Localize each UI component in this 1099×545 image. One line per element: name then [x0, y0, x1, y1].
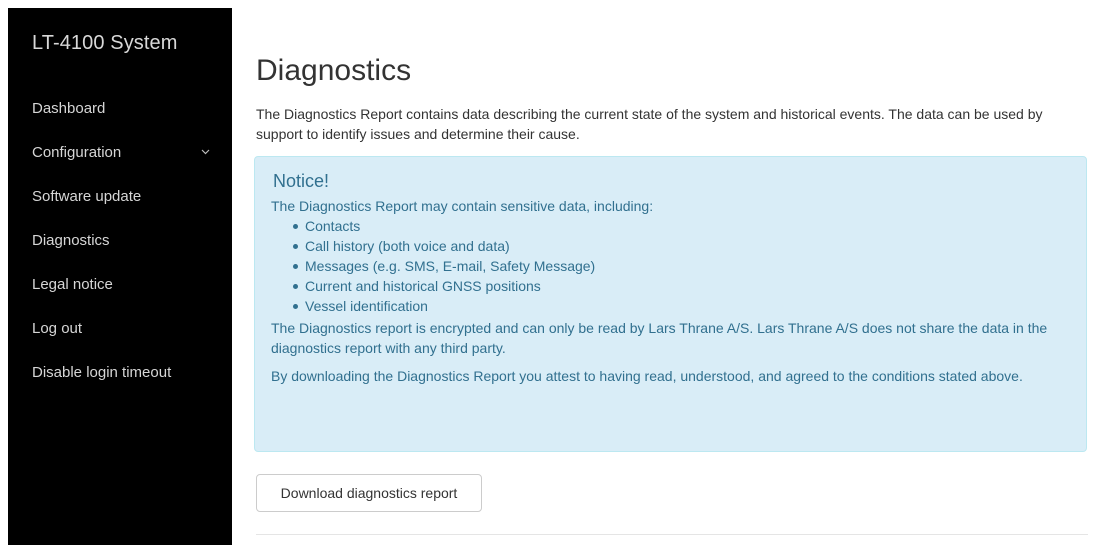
- sidebar-nav: Dashboard Configuration Software update …: [8, 86, 232, 394]
- list-item: Messages (e.g. SMS, E-mail, Safety Messa…: [291, 256, 1070, 276]
- sidebar-item-label: Disable login timeout: [32, 363, 172, 381]
- main-content: Diagnostics The Diagnostics Report conta…: [254, 8, 1088, 545]
- notice-heading: Notice!: [273, 171, 330, 191]
- sidebar-item-dashboard[interactable]: Dashboard: [8, 86, 232, 130]
- consent-text: By downloading the Diagnostics Report yo…: [271, 368, 1023, 384]
- sidebar-item-configuration[interactable]: Configuration: [8, 130, 232, 174]
- sidebar-item-label: Legal notice: [32, 275, 113, 293]
- sidebar-item-label: Configuration: [32, 143, 122, 161]
- sidebar: LT-4100 System Dashboard Configuration S…: [8, 8, 232, 545]
- sensitive-data-list: Contacts Call history (both voice and da…: [291, 216, 1070, 316]
- sidebar-item-label: Software update: [32, 187, 142, 205]
- sidebar-item-label: Diagnostics: [32, 231, 110, 249]
- sidebar-item-software-update[interactable]: Software update: [8, 174, 232, 218]
- notice-alert: Notice! The Diagnostics Report may conta…: [254, 156, 1087, 452]
- list-item: Current and historical GNSS positions: [291, 276, 1070, 296]
- sidebar-item-label: Log out: [32, 319, 83, 337]
- sidebar-item-diagnostics[interactable]: Diagnostics: [8, 218, 232, 262]
- sidebar-item-legal-notice[interactable]: Legal notice: [8, 262, 232, 306]
- encryption-text: The Diagnostics report is encrypted and …: [271, 320, 1048, 356]
- sidebar-item-log-out[interactable]: Log out: [8, 306, 232, 350]
- list-item: Call history (both voice and data): [291, 236, 1070, 256]
- chevron-down-icon: [200, 147, 210, 157]
- list-item: Contacts: [291, 216, 1070, 236]
- intro-text: The Diagnostics Report contains data des…: [256, 106, 1043, 142]
- download-report-button[interactable]: Download diagnostics report: [256, 474, 482, 512]
- sidebar-item-label: Dashboard: [32, 99, 106, 117]
- page-title: Diagnostics: [256, 54, 412, 87]
- sidebar-item-disable-login-timeout[interactable]: Disable login timeout: [8, 350, 232, 394]
- notice-lead: The Diagnostics Report may contain sensi…: [271, 198, 654, 214]
- divider: [256, 534, 1088, 535]
- list-item: Vessel identification: [291, 296, 1070, 316]
- top-border: [0, 0, 1099, 8]
- brand-title: LT-4100 System: [32, 32, 178, 54]
